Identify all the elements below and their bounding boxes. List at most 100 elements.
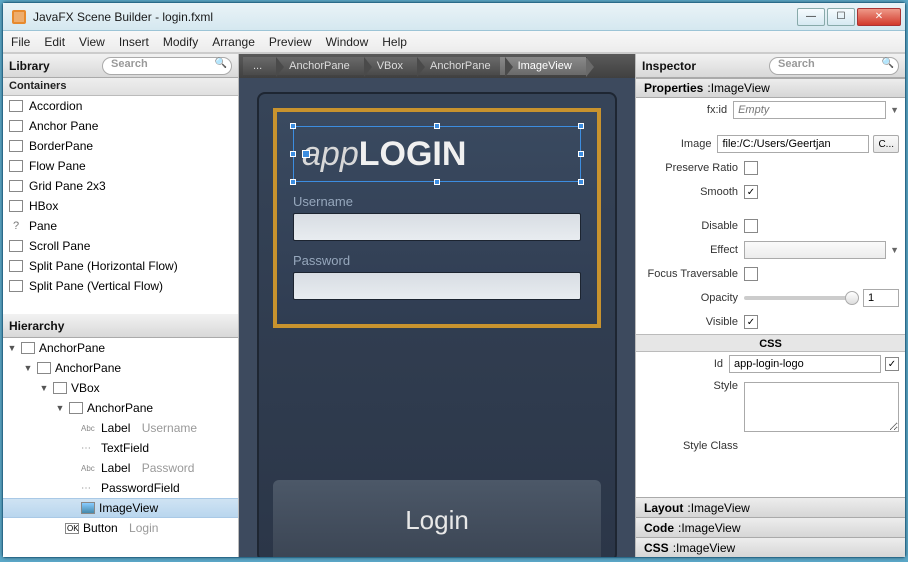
style-textarea[interactable] [744, 382, 899, 432]
library-search[interactable]: Search [102, 57, 232, 75]
lib-scrollpane[interactable]: Scroll Pane [3, 236, 238, 256]
menu-insert[interactable]: Insert [119, 35, 149, 49]
selected-imageview[interactable]: appLOGIN [293, 126, 581, 182]
password-input[interactable] [293, 272, 581, 300]
library-list: Accordion Anchor Pane BorderPane Flow Pa… [3, 96, 238, 314]
styleclass-label: Style Class [642, 440, 738, 452]
smooth-label: Smooth [642, 186, 738, 198]
bc-anchorpane-2[interactable]: AnchorPane [412, 57, 506, 75]
image-browse-button[interactable]: C... [873, 135, 899, 153]
menu-help[interactable]: Help [382, 35, 407, 49]
opacity-input[interactable] [863, 289, 899, 307]
image-input[interactable] [717, 135, 869, 153]
menu-file[interactable]: File [11, 35, 30, 49]
username-input[interactable] [293, 213, 581, 241]
tree-vbox[interactable]: ▼VBox [3, 378, 238, 398]
lib-splitpane-v[interactable]: Split Pane (Vertical Flow) [3, 276, 238, 296]
focus-checkbox[interactable] [744, 267, 758, 281]
focus-label: Focus Traversable [642, 268, 738, 280]
lib-anchorpane[interactable]: Anchor Pane [3, 116, 238, 136]
lib-gridpane[interactable]: Grid Pane 2x3 [3, 176, 238, 196]
hierarchy-header: Hierarchy [3, 314, 238, 338]
username-label: Username [293, 194, 581, 209]
inspector-title: Inspector [642, 59, 696, 73]
opacity-label: Opacity [642, 292, 738, 304]
logo-app-text: app [302, 135, 359, 174]
maximize-button[interactable]: ☐ [827, 8, 855, 26]
visible-label: Visible [642, 316, 738, 328]
preserve-ratio-checkbox[interactable] [744, 161, 758, 175]
window-title: JavaFX Scene Builder - login.fxml [33, 10, 797, 24]
inspector-column: Inspector Search Properties : ImageView … [635, 54, 905, 557]
lib-hbox[interactable]: HBox [3, 196, 238, 216]
tree-anchorpane-1[interactable]: ▼AnchorPane [3, 358, 238, 378]
properties-section-header[interactable]: Properties : ImageView [636, 78, 905, 98]
effect-select[interactable] [744, 241, 886, 259]
fxid-input[interactable] [733, 101, 886, 119]
tree-anchorpane-root[interactable]: ▼AnchorPane [3, 338, 238, 358]
tree-textfield[interactable]: ⋯TextField [3, 438, 238, 458]
id-checkbox[interactable]: ✓ [885, 357, 899, 371]
logo-login-text: LOGIN [359, 135, 467, 174]
lib-borderpane[interactable]: BorderPane [3, 136, 238, 156]
tree-label-password[interactable]: AbcLabel Password [3, 458, 238, 478]
preserve-ratio-label: Preserve Ratio [642, 162, 738, 174]
opacity-slider[interactable] [744, 296, 859, 300]
lib-pane[interactable]: ?Pane [3, 216, 238, 236]
code-section-header[interactable]: Code : ImageView [636, 517, 905, 537]
layout-section-header[interactable]: Layout : ImageView [636, 497, 905, 517]
close-button[interactable]: ✕ [857, 8, 901, 26]
chevron-down-icon[interactable]: ▼ [890, 105, 899, 115]
inspector-header: Inspector Search [636, 54, 905, 78]
window-controls: — ☐ ✕ [797, 8, 901, 26]
menu-arrange[interactable]: Arrange [212, 35, 255, 49]
left-column: Library Search Containers Accordion Anch… [3, 54, 239, 557]
tree-anchorpane-2[interactable]: ▼AnchorPane [3, 398, 238, 418]
design-canvas[interactable]: appLOGIN Username Password Login [239, 78, 635, 557]
disable-label: Disable [642, 220, 738, 232]
password-label: Password [293, 253, 581, 268]
properties-body: fx:id▼ ImageC... Preserve Ratio Smooth✓ … [636, 98, 905, 497]
smooth-checkbox[interactable]: ✓ [744, 185, 758, 199]
bc-imageview[interactable]: ImageView [500, 57, 587, 75]
chevron-down-icon[interactable]: ▼ [890, 245, 899, 255]
tree-imageview[interactable]: ImageView [3, 498, 238, 518]
tree-button-login[interactable]: OKButton Login [3, 518, 238, 538]
menu-view[interactable]: View [79, 35, 105, 49]
center-column: ... AnchorPane VBox AnchorPane ImageView… [239, 54, 635, 557]
id-input[interactable] [729, 355, 881, 373]
effect-label: Effect [642, 244, 738, 256]
lib-flowpane[interactable]: Flow Pane [3, 156, 238, 176]
device-frame: appLOGIN Username Password Login [257, 92, 617, 557]
hierarchy-title: Hierarchy [9, 319, 64, 333]
fxid-label: fx:id [642, 104, 727, 116]
menu-edit[interactable]: Edit [44, 35, 65, 49]
lib-splitpane-h[interactable]: Split Pane (Horizontal Flow) [3, 256, 238, 276]
menubar: File Edit View Insert Modify Arrange Pre… [3, 31, 905, 53]
main-area: Library Search Containers Accordion Anch… [3, 53, 905, 557]
menu-window[interactable]: Window [326, 35, 369, 49]
library-title: Library [9, 59, 50, 73]
disable-checkbox[interactable] [744, 219, 758, 233]
menu-preview[interactable]: Preview [269, 35, 312, 49]
menu-modify[interactable]: Modify [163, 35, 198, 49]
app-window: JavaFX Scene Builder - login.fxml — ☐ ✕ … [2, 2, 906, 558]
library-header: Library Search [3, 54, 238, 78]
id-label: Id [642, 358, 723, 370]
visible-checkbox[interactable]: ✓ [744, 315, 758, 329]
tree-passwordfield[interactable]: ⋯PasswordField [3, 478, 238, 498]
app-icon [11, 9, 27, 25]
minimize-button[interactable]: — [797, 8, 825, 26]
bc-anchorpane[interactable]: AnchorPane [271, 57, 365, 75]
titlebar[interactable]: JavaFX Scene Builder - login.fxml — ☐ ✕ [3, 3, 905, 31]
image-label: Image [642, 138, 711, 150]
login-button[interactable]: Login [405, 505, 469, 536]
style-label: Style [642, 380, 738, 392]
login-button-bar: Login [273, 480, 601, 557]
css-subheader: CSS [636, 334, 905, 352]
breadcrumb: ... AnchorPane VBox AnchorPane ImageView [239, 54, 635, 78]
tree-label-username[interactable]: AbcLabel Username [3, 418, 238, 438]
lib-accordion[interactable]: Accordion [3, 96, 238, 116]
css-section-header[interactable]: CSS : ImageView [636, 537, 905, 557]
inspector-search[interactable]: Search [769, 57, 899, 75]
